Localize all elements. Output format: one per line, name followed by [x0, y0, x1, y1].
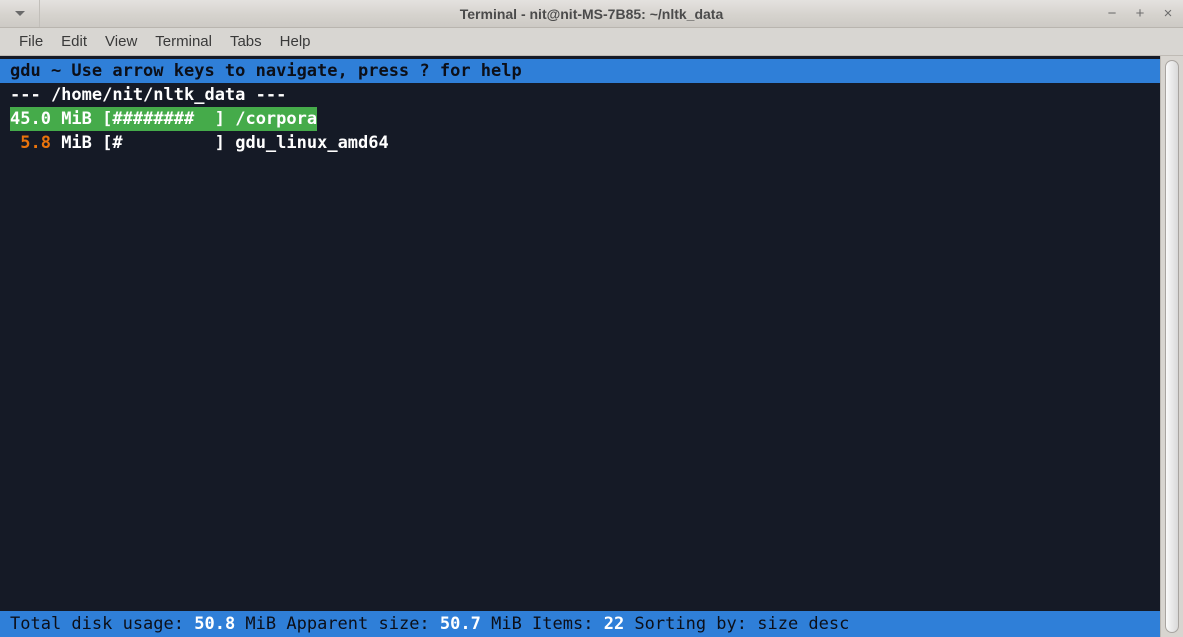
window-menu-button[interactable] [0, 0, 40, 27]
status-sorting-label: Sorting by: size desc [624, 614, 850, 634]
status-total-unit: MiB [235, 614, 287, 634]
list-item[interactable]: 5.8 MiB [# ] gdu_linux_amd64 [0, 131, 1160, 155]
status-apparent-value: 50.7 [439, 614, 481, 634]
terminal-window: Terminal - nit@nit-MS-7B85: ~/nltk_data … [0, 0, 1183, 637]
title-bar: Terminal - nit@nit-MS-7B85: ~/nltk_data … [0, 0, 1183, 28]
status-apparent-unit: MiB [480, 614, 533, 634]
item-size-value: 5.8 [10, 133, 51, 153]
list-item[interactable]: 45.0 MiB [######## ] /corpora [0, 107, 1160, 131]
vertical-scrollbar[interactable] [1160, 56, 1183, 637]
window-controls: − + × [1105, 0, 1175, 27]
status-apparent-label: Apparent size: [286, 614, 440, 634]
list-item-content: 5.8 MiB [# ] gdu_linux_amd64 [10, 131, 389, 155]
gdu-screen[interactable]: gdu ~ Use arrow keys to navigate, press … [0, 56, 1160, 637]
list-item-content: 45.0 MiB [######## ] /corpora [10, 107, 318, 131]
gdu-status-bar: Total disk usage: 50.8 MiB Apparent size… [0, 611, 1160, 637]
item-size-unit: MiB [50, 133, 103, 153]
maximize-button[interactable]: + [1133, 6, 1147, 21]
status-total-value: 50.8 [194, 614, 236, 634]
menu-item-tabs[interactable]: Tabs [221, 31, 271, 52]
menu-item-view[interactable]: View [96, 31, 146, 52]
scrollbar-thumb[interactable] [1165, 60, 1179, 633]
menu-item-file[interactable]: File [10, 31, 52, 52]
item-size-value: 45.0 [10, 109, 51, 129]
status-items-label: Items: [532, 614, 604, 634]
status-items-value: 22 [603, 614, 625, 634]
close-button[interactable]: × [1161, 6, 1175, 21]
item-size-unit: MiB [50, 109, 103, 129]
chevron-down-icon [14, 11, 25, 16]
status-total-label: Total disk usage: [10, 614, 195, 634]
gdu-help-bar: gdu ~ Use arrow keys to navigate, press … [0, 59, 1160, 83]
item-name: /corpora [235, 109, 318, 129]
minimize-button[interactable]: − [1105, 6, 1119, 21]
menu-item-help[interactable]: Help [271, 31, 320, 52]
menu-item-terminal[interactable]: Terminal [146, 31, 221, 52]
item-usage-bar: [# ] [102, 133, 225, 153]
gdu-path-header: --- /home/nit/nltk_data --- [10, 85, 287, 105]
menu-item-edit[interactable]: Edit [52, 31, 96, 52]
terminal-area: gdu ~ Use arrow keys to navigate, press … [0, 56, 1183, 637]
menu-bar: File Edit View Terminal Tabs Help [0, 28, 1183, 56]
item-name: gdu_linux_amd64 [235, 133, 389, 153]
item-usage-bar: [######## ] [102, 109, 225, 129]
window-title: Terminal - nit@nit-MS-7B85: ~/nltk_data [459, 5, 724, 22]
